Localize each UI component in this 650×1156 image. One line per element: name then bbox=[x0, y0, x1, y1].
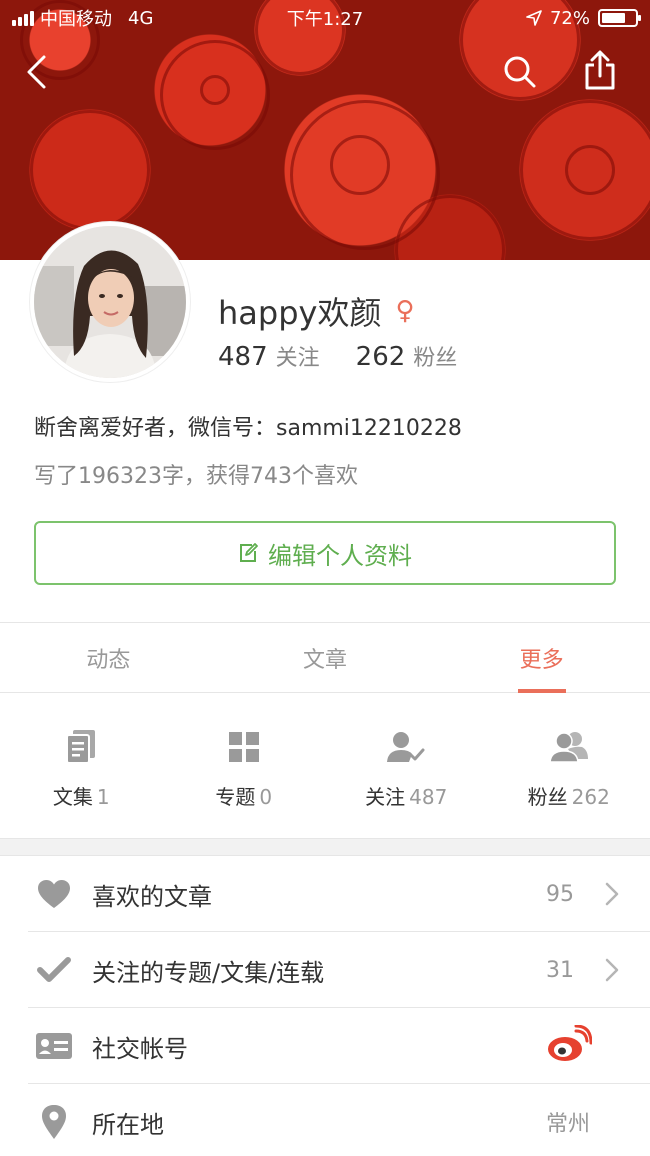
tab-label: 文章 bbox=[303, 647, 348, 673]
section-separator bbox=[0, 838, 650, 856]
location-pin-icon bbox=[42, 1105, 66, 1139]
grid-label: 粉丝 bbox=[527, 784, 568, 809]
list-item-location[interactable]: 所在地 常州 bbox=[0, 1084, 650, 1156]
carrier-name: 中国移动 bbox=[40, 9, 112, 30]
users-icon bbox=[549, 731, 588, 763]
list-item-label: 社交帐号 bbox=[92, 1034, 188, 1063]
grid-squares-icon bbox=[228, 731, 259, 762]
grid-count: 0 bbox=[259, 784, 273, 809]
tab-label: 更多 bbox=[519, 647, 564, 673]
profile-bio: 断舍离爱好者，微信号：sammi12210228 bbox=[34, 416, 462, 441]
list-item-followed-collections[interactable]: 关注的专题/文集/连载 31 bbox=[0, 932, 650, 1008]
edit-icon bbox=[240, 543, 258, 562]
grid-item-following[interactable]: 关注 487 bbox=[325, 700, 488, 836]
edit-profile-button[interactable]: 编辑个人资料 bbox=[34, 521, 616, 585]
notebook-icon bbox=[66, 729, 96, 764]
grid-count: 262 bbox=[571, 784, 610, 809]
list-item-social-accounts[interactable]: 社交帐号 bbox=[0, 1008, 650, 1084]
edit-profile-label: 编辑个人资料 bbox=[268, 541, 412, 570]
status-time: 下午1:27 bbox=[286, 9, 364, 30]
grid-count: 487 bbox=[409, 784, 448, 809]
search-icon bbox=[504, 56, 536, 88]
grid-item-followers[interactable]: 粉丝 262 bbox=[488, 700, 650, 836]
signal-strength-icon bbox=[12, 10, 34, 26]
id-card-icon bbox=[36, 1033, 72, 1059]
grid-label: 关注 bbox=[365, 784, 406, 809]
battery-percent: 72% bbox=[549, 7, 590, 29]
chevron-right-icon bbox=[605, 882, 619, 906]
following-label[interactable]: 关注 bbox=[276, 340, 320, 372]
avatar[interactable] bbox=[30, 222, 190, 382]
user-check-icon bbox=[387, 731, 425, 762]
weibo-button[interactable] bbox=[546, 1024, 593, 1067]
list-item-label: 所在地 bbox=[92, 1110, 164, 1139]
battery-icon bbox=[598, 9, 641, 27]
checkmark-icon bbox=[37, 957, 71, 982]
grid-item-collections[interactable]: 专题 0 bbox=[163, 700, 326, 836]
weibo-icon bbox=[548, 1024, 593, 1061]
following-count[interactable]: 487 bbox=[218, 342, 268, 372]
grid-label: 专题 bbox=[215, 784, 256, 809]
tab-activity[interactable]: 动态 bbox=[0, 623, 217, 692]
back-button[interactable] bbox=[14, 50, 58, 94]
grid-item-notebooks[interactable]: 文集 1 bbox=[0, 700, 163, 836]
username-row: happy欢颜 ♀ bbox=[218, 288, 415, 334]
username: happy欢颜 bbox=[218, 294, 382, 332]
follow-stats: 487 关注 262 粉丝 bbox=[218, 340, 457, 372]
profile-banner-image bbox=[0, 0, 650, 260]
chevron-right-icon bbox=[605, 958, 619, 982]
list-item-value: 常州 bbox=[545, 1112, 590, 1137]
female-gender-icon: ♀ bbox=[395, 296, 415, 326]
tab-articles[interactable]: 文章 bbox=[217, 623, 434, 692]
followers-count[interactable]: 262 bbox=[356, 342, 406, 372]
grid-label: 文集 bbox=[52, 784, 93, 809]
tab-more[interactable]: 更多 bbox=[433, 623, 650, 692]
share-button[interactable] bbox=[578, 48, 622, 92]
avatar-photo bbox=[34, 226, 186, 378]
followers-label[interactable]: 粉丝 bbox=[413, 340, 457, 372]
more-grid: 文集 1 专题 0 关注 487 粉丝 262 bbox=[0, 700, 650, 836]
profile-tabs: 动态 文章 更多 bbox=[0, 623, 650, 693]
tab-label: 动态 bbox=[86, 647, 131, 673]
grid-count: 1 bbox=[96, 784, 110, 809]
list-item-value: 31 bbox=[546, 957, 574, 983]
list-item-liked-articles[interactable]: 喜欢的文章 95 bbox=[0, 856, 650, 932]
list-item-value: 95 bbox=[546, 881, 574, 907]
list-item-label: 关注的专题/文集/连载 bbox=[92, 958, 325, 987]
status-bar: 中国移动 4G 下午1:27 72% bbox=[0, 0, 650, 36]
share-icon bbox=[585, 50, 615, 90]
network-type: 4G bbox=[128, 7, 154, 29]
list-item-label: 喜欢的文章 bbox=[92, 882, 212, 911]
location-arrow-icon bbox=[526, 10, 542, 26]
more-list: 喜欢的文章 95 关注的专题/文集/连载 31 社交帐号 所在地 常州 bbox=[0, 856, 650, 1156]
search-button[interactable] bbox=[498, 50, 542, 94]
writing-stats: 写了196323字，获得743个喜欢 bbox=[34, 464, 358, 489]
chevron-left-icon bbox=[27, 55, 46, 89]
heart-icon bbox=[38, 880, 70, 908]
